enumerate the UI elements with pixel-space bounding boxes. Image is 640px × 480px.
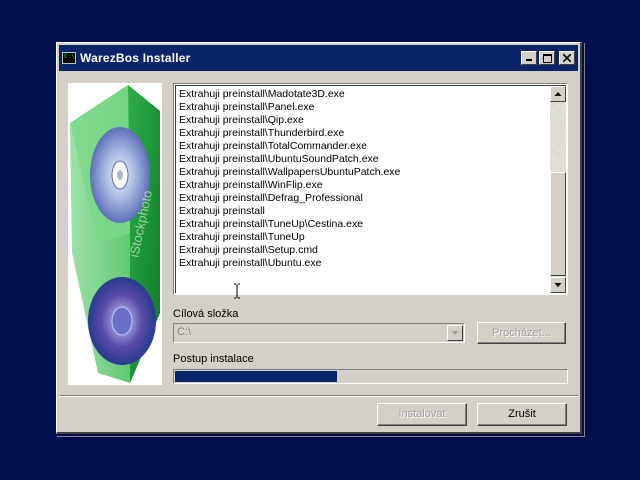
destination-value: C:\ bbox=[177, 326, 192, 338]
scroll-up-button[interactable] bbox=[550, 86, 566, 102]
scroll-thumb[interactable] bbox=[550, 172, 566, 276]
console-icon bbox=[62, 52, 76, 64]
browse-button[interactable]: Procházet... bbox=[477, 322, 566, 344]
log-line: Extrahuji preinstall\Thunderbird.exe bbox=[179, 127, 345, 139]
title-bar[interactable]: WarezBos Installer bbox=[59, 45, 578, 71]
window-title: WarezBos Installer bbox=[80, 51, 191, 65]
log-line: Extrahuji preinstall\Defrag_Professional bbox=[179, 192, 363, 204]
install-progress-bar bbox=[173, 369, 568, 384]
log-line: Extrahuji preinstall\Ubuntu.exe bbox=[179, 257, 322, 269]
install-button[interactable]: Instalovat bbox=[377, 403, 467, 426]
progress-label: Postup instalace bbox=[173, 353, 254, 365]
close-icon bbox=[563, 54, 571, 62]
log-line: Extrahuji preinstall\Panel.exe bbox=[179, 101, 315, 113]
separator bbox=[59, 395, 578, 397]
text-cursor-icon bbox=[234, 283, 240, 299]
destination-label: Cílová složka bbox=[173, 308, 239, 320]
log-line: Extrahuji preinstall\WallpapersUbuntuPat… bbox=[179, 166, 401, 178]
log-line: Extrahuji preinstall\Madotate3D.exe bbox=[179, 88, 345, 100]
log-line: Extrahuji preinstall\WinFlip.exe bbox=[179, 179, 323, 191]
cancel-button[interactable]: Zrušit bbox=[477, 403, 567, 426]
log-line: Extrahuji preinstall bbox=[179, 205, 265, 217]
minimize-button[interactable] bbox=[521, 51, 537, 65]
cd-box-image: iStockphoto bbox=[68, 83, 162, 385]
log-lines: Extrahuji preinstall\Madotate3D.exe Extra… bbox=[179, 88, 546, 270]
close-button[interactable] bbox=[559, 51, 575, 65]
log-line: Extrahuji preinstall\TuneUp bbox=[179, 231, 305, 243]
combo-dropdown-button[interactable] bbox=[447, 325, 463, 341]
log-listbox[interactable]: Extrahuji preinstall\Madotate3D.exe Extra… bbox=[173, 83, 568, 295]
vertical-scrollbar[interactable] bbox=[550, 86, 566, 293]
arrow-down-icon bbox=[554, 283, 562, 287]
log-line: Extrahuji preinstall\UbuntuSoundPatch.ex… bbox=[179, 153, 379, 165]
arrow-up-icon bbox=[554, 92, 562, 96]
log-line: Extrahuji preinstall\TotalCommander.exe bbox=[179, 140, 367, 152]
maximize-button[interactable] bbox=[539, 51, 555, 65]
chevron-down-icon bbox=[451, 331, 459, 335]
destination-combobox[interactable]: C:\ bbox=[173, 323, 465, 343]
scroll-down-button[interactable] bbox=[550, 277, 566, 293]
progress-fill bbox=[175, 371, 338, 382]
log-line: Extrahuji preinstall\Setup.cmd bbox=[179, 244, 318, 256]
log-line: Extrahuji preinstall\TuneUp\Cestina.exe bbox=[179, 218, 364, 230]
installer-window: WarezBos Installer bbox=[56, 42, 582, 434]
log-line: Extrahuji preinstall\Qip.exe bbox=[179, 114, 304, 126]
